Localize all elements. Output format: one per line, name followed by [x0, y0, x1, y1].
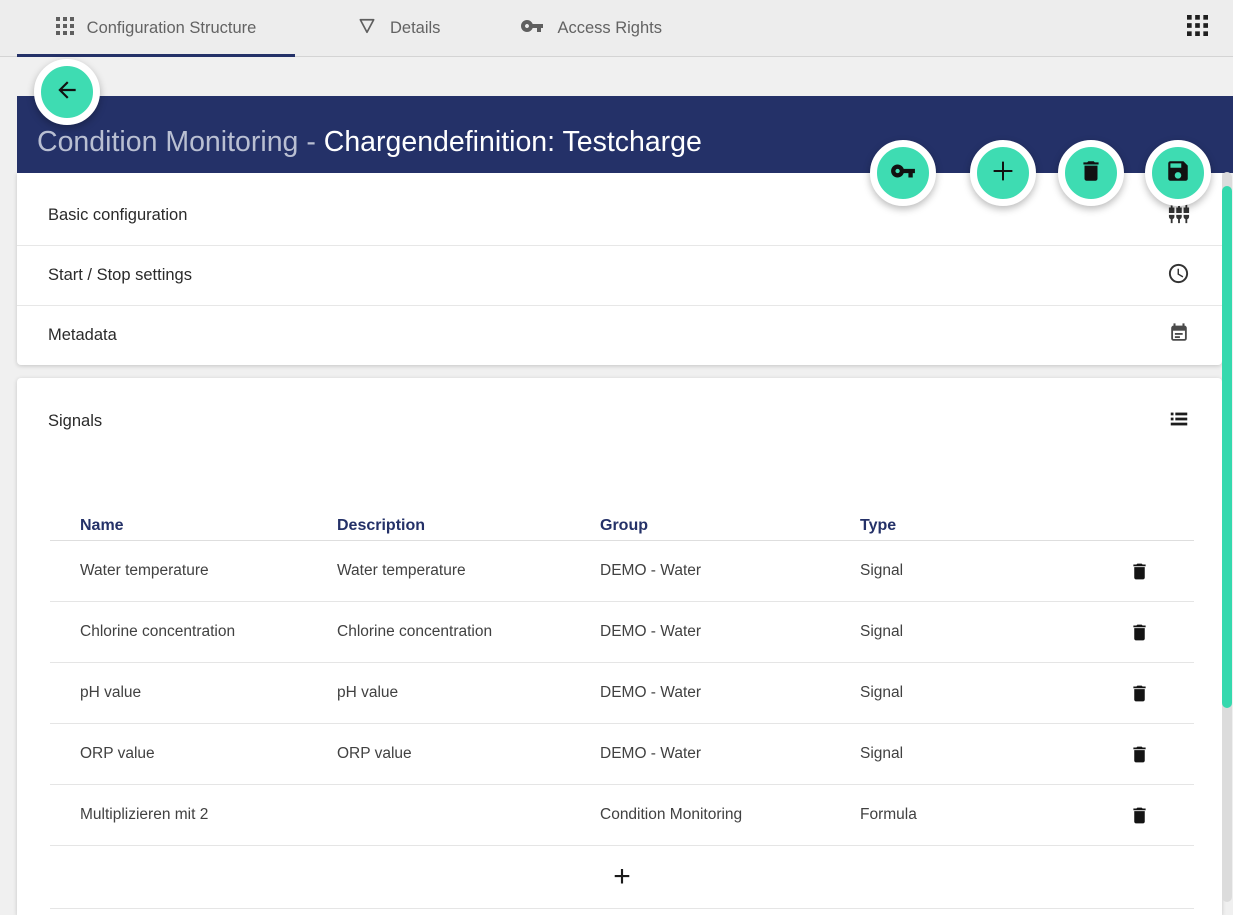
trash-icon [1129, 561, 1150, 582]
tab-label: Details [390, 19, 440, 38]
tab-configuration-structure[interactable]: Configuration Structure [17, 17, 295, 40]
save-icon [1165, 158, 1191, 189]
cell-name: Chlorine concentration [80, 623, 337, 641]
cell-type: Signal [860, 745, 1095, 763]
cell-group: DEMO - Water [600, 745, 860, 763]
trash-icon [1129, 744, 1150, 765]
cell-group: DEMO - Water [600, 623, 860, 641]
signals-title: Signals [48, 412, 102, 431]
cell-name: Multiplizieren mit 2 [80, 806, 337, 824]
active-tab-underline [17, 54, 295, 57]
list-icon[interactable] [1168, 408, 1190, 435]
vertical-scrollbar-thumb[interactable] [1222, 186, 1232, 708]
clock-icon [1167, 262, 1190, 290]
signals-card: Signals Name Description Group Type Wate… [17, 378, 1222, 915]
column-header-type: Type [860, 517, 1095, 535]
calendar-note-icon [1168, 322, 1190, 349]
cell-group: DEMO - Water [600, 684, 860, 702]
delete-row-button[interactable] [1129, 622, 1194, 643]
delete-row-button[interactable] [1129, 561, 1194, 582]
delete-row-button[interactable] [1129, 805, 1194, 826]
table-row[interactable]: ORP value ORP value DEMO - Water Signal [50, 724, 1194, 785]
back-button[interactable] [34, 59, 100, 125]
vertical-scrollbar-track[interactable] [1222, 172, 1232, 902]
arrow-left-icon [54, 77, 80, 108]
tab-details[interactable]: Details [357, 16, 440, 41]
trash-icon [1129, 683, 1150, 704]
grid-icon [56, 17, 74, 40]
cell-name: pH value [80, 684, 337, 702]
cell-description: pH value [337, 684, 600, 702]
top-tab-bar: Configuration Structure Details Access R… [0, 0, 1233, 57]
cell-description: ORP value [337, 745, 600, 763]
section-label: Basic configuration [48, 206, 187, 225]
table-row[interactable]: Water temperature Water temperature DEMO… [50, 541, 1194, 602]
column-header-description: Description [337, 517, 600, 535]
signals-table-header: Name Description Group Type [50, 511, 1194, 541]
trash-icon [1078, 158, 1104, 189]
save-action-button[interactable] [1145, 140, 1211, 206]
cell-name: Water temperature [80, 562, 337, 580]
delete-row-button[interactable] [1129, 744, 1194, 765]
cell-description: Chlorine concentration [337, 623, 600, 641]
tab-label: Access Rights [557, 19, 662, 38]
section-label: Start / Stop settings [48, 266, 192, 285]
access-rights-action-button[interactable] [870, 140, 936, 206]
key-icon [890, 158, 916, 189]
page-title: Condition Monitoring - Chargendefinition… [37, 126, 702, 159]
apps-menu-button[interactable] [1187, 15, 1208, 41]
cell-group: Condition Monitoring [600, 806, 860, 824]
key-icon [520, 14, 544, 43]
add-action-button[interactable] [970, 140, 1036, 206]
funnel-icon [357, 16, 377, 41]
plus-icon [988, 156, 1018, 191]
table-row[interactable]: Multiplizieren mit 2 Condition Monitorin… [50, 785, 1194, 846]
column-header-group: Group [600, 517, 860, 535]
section-basic-configuration[interactable]: Basic configuration [17, 185, 1222, 245]
section-start-stop-settings[interactable]: Start / Stop settings [17, 245, 1222, 305]
trash-icon [1129, 622, 1150, 643]
section-metadata[interactable]: Metadata [17, 305, 1222, 365]
page-title-prefix: Condition Monitoring - [37, 126, 324, 158]
cell-description: Water temperature [337, 562, 600, 580]
trash-icon [1129, 805, 1150, 826]
table-row[interactable]: Chlorine concentration Chlorine concentr… [50, 602, 1194, 663]
section-label: Metadata [48, 326, 117, 345]
tab-label: Configuration Structure [87, 19, 257, 38]
plus-icon: + [613, 860, 631, 894]
configuration-sections-card: Basic configuration Start / Stop setting… [17, 173, 1222, 365]
table-row[interactable]: pH value pH value DEMO - Water Signal [50, 663, 1194, 724]
cell-group: DEMO - Water [600, 562, 860, 580]
tab-access-rights[interactable]: Access Rights [520, 14, 662, 43]
cell-type: Formula [860, 806, 1095, 824]
cell-name: ORP value [80, 745, 337, 763]
page-title-highlight: Chargendefinition: Testcharge [324, 126, 702, 158]
page-header: Condition Monitoring - Chargendefinition… [17, 96, 1233, 173]
cell-type: Signal [860, 623, 1095, 641]
cell-type: Signal [860, 562, 1095, 580]
delete-row-button[interactable] [1129, 683, 1194, 704]
signals-table: Name Description Group Type Water temper… [50, 511, 1194, 909]
add-signal-button[interactable]: + [50, 846, 1194, 909]
apps-grid-icon [1187, 15, 1208, 41]
cell-type: Signal [860, 684, 1095, 702]
column-header-name: Name [80, 517, 337, 535]
delete-action-button[interactable] [1058, 140, 1124, 206]
